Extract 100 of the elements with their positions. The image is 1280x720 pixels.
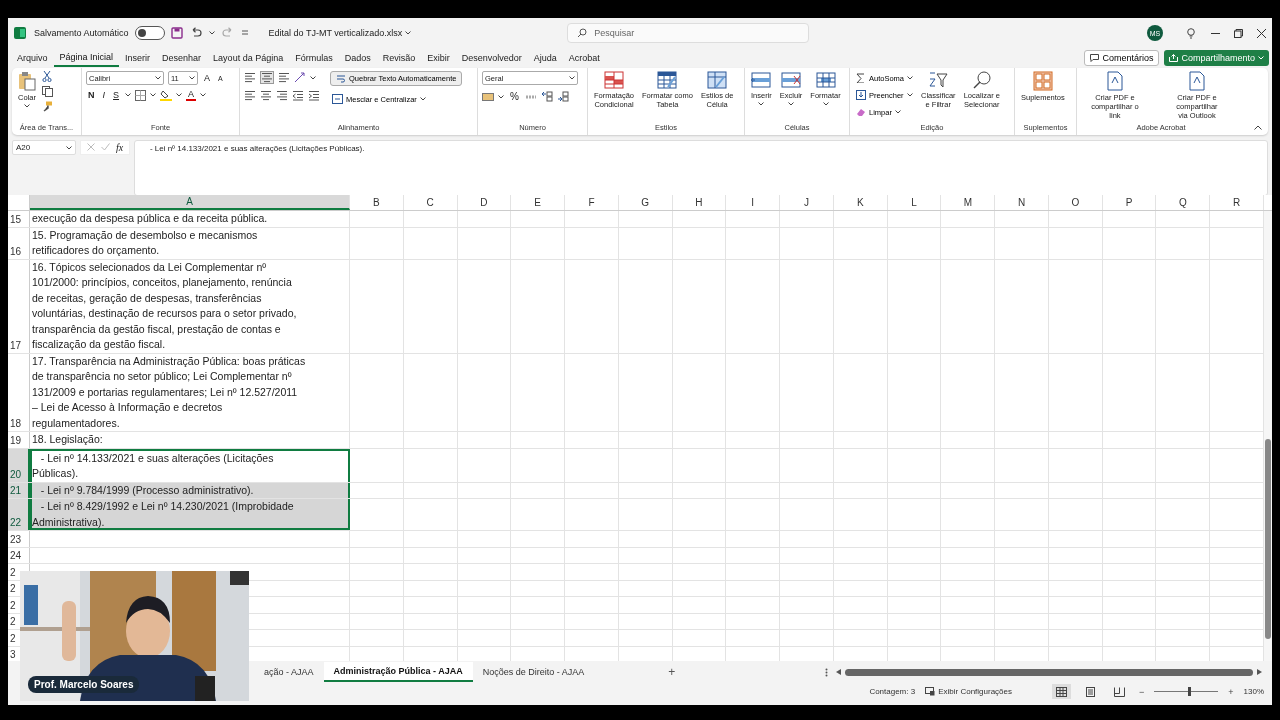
column-header[interactable]: D [457, 195, 512, 210]
row-header[interactable]: 15 [10, 213, 22, 226]
sheet-tab[interactable]: ação - AJAA [254, 662, 324, 682]
column-header[interactable]: O [1048, 195, 1103, 210]
grid-icon[interactable] [1056, 686, 1067, 697]
copy-icon[interactable] [42, 86, 54, 97]
eraser-icon[interactable] [856, 107, 866, 117]
caret-icon[interactable] [176, 93, 183, 97]
decrease-decimal-icon[interactable] [556, 91, 569, 102]
caret-icon[interactable] [894, 110, 901, 114]
column-header[interactable]: E [511, 195, 566, 210]
cut-icon[interactable] [42, 71, 52, 82]
monitor-icon[interactable] [925, 687, 936, 696]
align-center-icon[interactable] [260, 90, 272, 101]
caret-icon[interactable] [906, 93, 913, 97]
fill-color-icon[interactable] [160, 89, 173, 101]
row-header[interactable]: 17 [10, 339, 22, 352]
row-header[interactable]: 2 [10, 583, 16, 595]
column-header[interactable]: J [780, 195, 834, 210]
align-middle-icon[interactable] [261, 72, 273, 83]
name-box[interactable]: A20 [12, 140, 76, 155]
caret-icon[interactable] [155, 76, 161, 80]
italic-button[interactable]: I [100, 90, 107, 100]
menu-tab[interactable]: Exibir [421, 49, 456, 67]
speech-bubble-icon[interactable] [1090, 54, 1100, 62]
borders-icon[interactable] [135, 89, 147, 101]
row-header[interactable]: 18 [10, 418, 22, 430]
table-icon[interactable] [815, 71, 836, 89]
autosave-toggle[interactable] [134, 26, 165, 40]
caret-icon[interactable] [189, 76, 195, 80]
add-ins-icon[interactable] [1032, 71, 1053, 91]
save-icon[interactable] [170, 27, 183, 39]
caret-icon[interactable] [405, 31, 412, 35]
caret-icon[interactable] [758, 102, 765, 106]
row-header[interactable]: 24 [10, 550, 22, 562]
align-left-icon[interactable] [244, 90, 256, 101]
menu-tab[interactable]: Layout da Página [207, 49, 290, 67]
caret-icon[interactable] [419, 97, 426, 101]
caret-icon[interactable] [66, 145, 72, 150]
add-sheet-button[interactable]: + [664, 665, 680, 679]
insert-function-button[interactable]: fx [116, 143, 124, 153]
menu-tab[interactable]: Desenvolvedor [455, 49, 528, 67]
sigma-icon[interactable] [856, 73, 866, 83]
menu-tab[interactable]: Dados [338, 49, 377, 67]
share-button[interactable]: Compartilhamento [1164, 50, 1269, 66]
align-bottom-icon[interactable] [278, 72, 290, 83]
menu-tab[interactable]: Ajuda [527, 49, 563, 67]
table-icon[interactable] [751, 71, 772, 89]
caret-icon[interactable] [208, 31, 215, 35]
caret-icon[interactable] [569, 76, 575, 80]
sheet-tab[interactable]: Noções de Direito - AJAA [472, 662, 595, 682]
menu-tab[interactable]: Desenhar [156, 49, 208, 67]
column-header[interactable]: L [887, 195, 942, 210]
caret-icon[interactable] [788, 102, 795, 106]
pdf-document-icon[interactable] [1105, 71, 1124, 91]
table-icon[interactable] [657, 71, 678, 89]
share-icon[interactable] [1169, 54, 1179, 62]
search-field[interactable]: Pesquisar [567, 23, 810, 43]
scroll-right-icon[interactable] [1257, 669, 1262, 675]
wrap-text-icon[interactable] [336, 73, 346, 84]
grow-font-button[interactable]: A [202, 73, 212, 83]
column-header[interactable]: A [30, 195, 350, 210]
normal-view-button[interactable] [1052, 684, 1071, 699]
horizontal-scrollbar-thumb[interactable] [845, 668, 1253, 676]
column-header[interactable]: R [1210, 195, 1264, 210]
row-header[interactable]: 2 [10, 599, 16, 612]
menu-tab[interactable]: Revisão [376, 49, 422, 67]
caret-icon[interactable] [125, 93, 132, 97]
caret-icon[interactable] [200, 93, 207, 97]
comments-button[interactable]: Comentários [1084, 50, 1160, 66]
page-break-icon[interactable] [1114, 686, 1125, 697]
column-header[interactable]: C [403, 195, 458, 210]
decrease-indent-icon[interactable] [292, 90, 304, 101]
row-header[interactable]: 23 [10, 533, 22, 546]
close-icon[interactable] [1257, 28, 1266, 38]
pdf-document-icon[interactable] [1187, 71, 1206, 91]
caret-icon[interactable] [498, 94, 504, 99]
column-header[interactable]: H [672, 195, 727, 210]
more-options-icon[interactable] [825, 667, 829, 677]
column-header[interactable]: F [565, 195, 619, 210]
row-header[interactable]: 2 [10, 616, 16, 628]
menu-tab[interactable]: Fórmulas [289, 49, 339, 67]
column-header[interactable]: I [726, 195, 781, 210]
column-header[interactable]: M [941, 195, 996, 210]
grid-icon[interactable] [604, 71, 624, 89]
restore-icon[interactable] [1234, 28, 1243, 38]
display-settings-button[interactable]: Exibir Configurações [925, 687, 1012, 696]
row-header[interactable]: 2 [10, 632, 16, 645]
sheet-tab[interactable]: Administração Pública - AJAA [323, 662, 473, 682]
underline-button[interactable]: S [111, 90, 122, 100]
column-header[interactable]: Q [1156, 195, 1211, 210]
row-header[interactable]: 19 [10, 434, 22, 447]
excel-icon[interactable] [14, 27, 26, 39]
lightbulb-icon[interactable] [1187, 27, 1195, 39]
percent-button[interactable]: % [508, 91, 521, 102]
sort-filter-icon[interactable] [928, 71, 949, 89]
caret-icon[interactable] [150, 93, 157, 97]
table-icon[interactable] [707, 71, 728, 89]
column-header[interactable]: B [350, 195, 404, 210]
table-icon[interactable] [781, 71, 802, 89]
